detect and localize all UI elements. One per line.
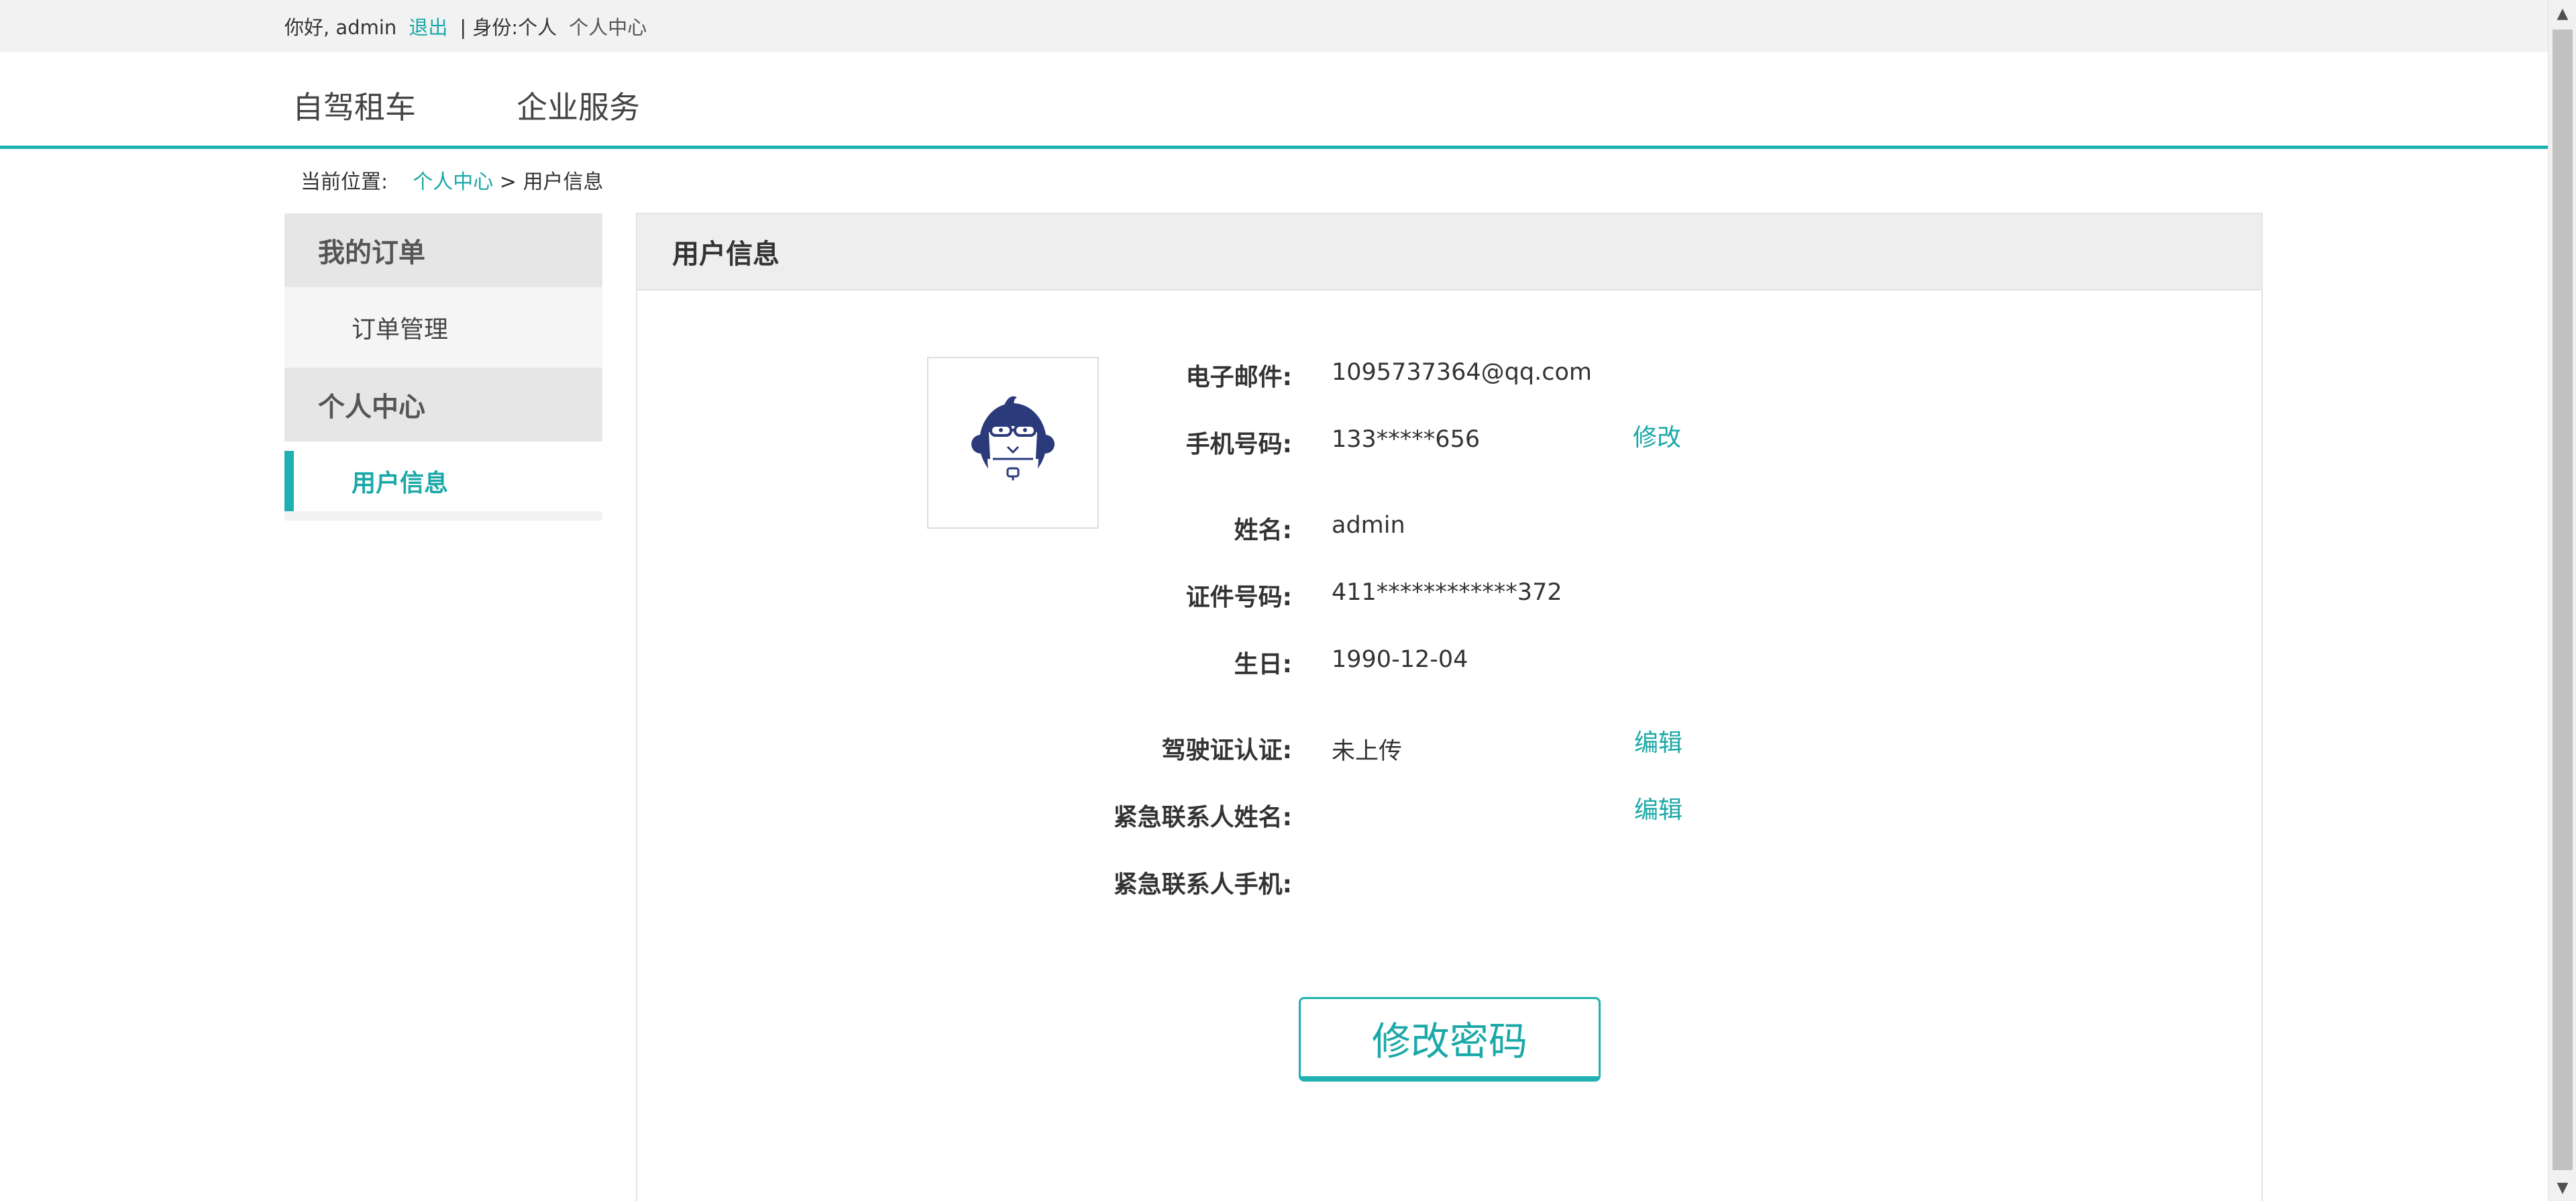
sidebar-footer-strip — [284, 511, 602, 521]
breadcrumb-current: 用户信息 — [523, 170, 604, 194]
edit-driver-license-link[interactable]: 编辑 — [1634, 723, 1682, 758]
phone-value: 133*****656 — [1332, 426, 1481, 453]
name-value: admin — [1332, 512, 1405, 539]
phone-label: 手机号码: — [1185, 431, 1292, 458]
identity-text: | 身份:个人 — [460, 16, 557, 39]
vertical-scrollbar[interactable]: ▲ ▼ — [2548, 0, 2576, 1201]
sidebar-group-my-orders: 我的订单 — [284, 213, 602, 287]
sidebar-item-user-info[interactable]: 用户信息 — [284, 451, 602, 511]
change-password-button[interactable]: 修改密码 — [1299, 997, 1601, 1082]
panel-title: 用户信息 — [637, 214, 2261, 291]
scrollbar-thumb[interactable] — [2553, 30, 2573, 1170]
top-utility-content: 你好, admin 退出 | 身份:个人 个人中心 — [284, 0, 647, 52]
emergency-contact-name-label: 紧急联系人姓名: — [1113, 804, 1292, 831]
name-label: 姓名: — [1234, 517, 1292, 544]
nav-item-self-drive-rental[interactable]: 自驾租车 — [292, 83, 416, 127]
edit-phone-link[interactable]: 修改 — [1633, 418, 1681, 453]
personal-center-link[interactable]: 个人中心 — [569, 12, 647, 40]
page: 你好, admin 退出 | 身份:个人 个人中心 自驾租车 企业服务 当前位置… — [0, 0, 2576, 1201]
main-nav: 自驾租车 企业服务 — [0, 52, 2548, 149]
sidebar: 我的订单 订单管理 个人中心 用户信息 — [284, 213, 602, 521]
breadcrumb: 当前位置: 个人中心 > 用户信息 — [301, 165, 603, 195]
sidebar-group-personal-center: 个人中心 — [284, 368, 602, 441]
birthday-label: 生日: — [1234, 651, 1292, 678]
id-number-label: 证件号码: — [1185, 584, 1292, 611]
edit-emergency-contact-link[interactable]: 编辑 — [1634, 790, 1682, 825]
greeting-text: 你好, admin — [284, 16, 397, 39]
scroll-up-arrow-icon[interactable]: ▲ — [2548, 0, 2576, 27]
emergency-contact-phone-label: 紧急联系人手机: — [1113, 871, 1292, 898]
email-label: 电子邮件: — [1185, 364, 1292, 391]
birthday-value: 1990-12-04 — [1332, 646, 1468, 673]
email-value: 1095737364@qq.com — [1332, 359, 1592, 386]
top-utility-bar: 你好, admin 退出 | 身份:个人 个人中心 — [0, 0, 2548, 52]
nav-item-enterprise-service[interactable]: 企业服务 — [517, 83, 640, 127]
driver-license-value: 未上传 — [1332, 738, 1403, 765]
logout-link[interactable]: 退出 — [409, 12, 447, 40]
id-number-value: 411************372 — [1332, 579, 1562, 606]
driver-license-label: 驾驶证认证: — [1161, 737, 1292, 764]
breadcrumb-prefix: 当前位置: — [301, 170, 388, 194]
breadcrumb-parent-link[interactable]: 个人中心 — [413, 170, 493, 194]
breadcrumb-separator: > — [499, 170, 517, 194]
sidebar-item-order-management[interactable]: 订单管理 — [284, 287, 602, 368]
scroll-down-arrow-icon[interactable]: ▼ — [2548, 1174, 2576, 1201]
